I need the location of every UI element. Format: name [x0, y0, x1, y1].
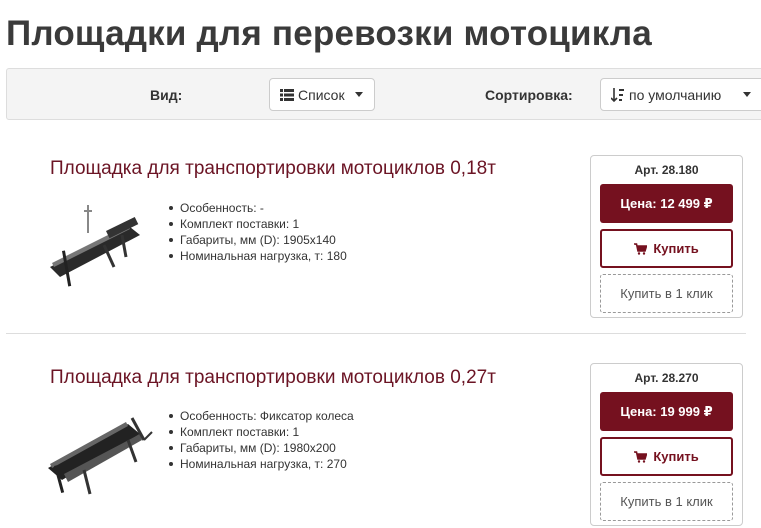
one-click-buy-button[interactable]: Купить в 1 клик	[600, 482, 733, 521]
buy-button[interactable]: Купить	[600, 229, 733, 268]
product-image[interactable]	[44, 205, 154, 295]
product-title-link[interactable]: Площадка для транспортировки мотоциклов …	[50, 367, 496, 389]
sort-dropdown[interactable]: по умолчанию	[600, 78, 761, 111]
view-mode-value: Список	[298, 86, 345, 103]
spec-item: Габариты, мм (D): 1980х200	[166, 440, 354, 456]
buy-button-label: Купить	[653, 449, 699, 464]
spec-item: Номинальная нагрузка, т: 180	[166, 248, 347, 264]
buy-button-label: Купить	[653, 241, 699, 256]
spec-item: Особенность: -	[166, 200, 347, 216]
product-divider	[6, 333, 746, 334]
article-number: Арт. 28.180	[634, 163, 699, 177]
price-badge: Цена: 12 499 ₽	[600, 184, 733, 223]
product-specs: Особенность: Фиксатор колеса Комплект по…	[166, 408, 354, 472]
cart-icon	[634, 242, 648, 255]
view-label: Вид:	[150, 87, 183, 103]
spec-item: Комплект поставки: 1	[166, 216, 347, 232]
one-click-buy-button[interactable]: Купить в 1 клик	[600, 274, 733, 313]
chevron-down-icon	[743, 92, 752, 97]
product-image[interactable]	[44, 410, 154, 500]
view-mode-dropdown[interactable]: Список	[269, 78, 375, 111]
spec-item: Особенность: Фиксатор колеса	[166, 408, 354, 424]
price-badge: Цена: 19 999 ₽	[600, 392, 733, 431]
list-icon	[280, 88, 294, 101]
spec-item: Габариты, мм (D): 1905х140	[166, 232, 347, 248]
spec-item: Комплект поставки: 1	[166, 424, 354, 440]
spec-item: Номинальная нагрузка, т: 270	[166, 456, 354, 472]
buy-button[interactable]: Купить	[600, 437, 733, 476]
buy-box: Арт. 28.180 Цена: 12 499 ₽ Купить Купить…	[590, 155, 743, 318]
chevron-down-icon	[354, 92, 363, 97]
product-title-link[interactable]: Площадка для транспортировки мотоциклов …	[50, 158, 496, 180]
cart-icon	[634, 450, 648, 463]
buy-box: Арт. 28.270 Цена: 19 999 ₽ Купить Купить…	[590, 363, 743, 526]
article-number: Арт. 28.270	[634, 371, 699, 385]
sort-label: Сортировка:	[485, 87, 573, 103]
sort-value: по умолчанию	[629, 86, 722, 103]
product-specs: Особенность: - Комплект поставки: 1 Габа…	[166, 200, 347, 264]
catalog-toolbar: Вид: Список Сортировка: по умолчанию	[6, 68, 761, 120]
page-title: Площадки для перевозки мотоцикла	[6, 14, 652, 53]
sort-icon	[611, 87, 625, 103]
